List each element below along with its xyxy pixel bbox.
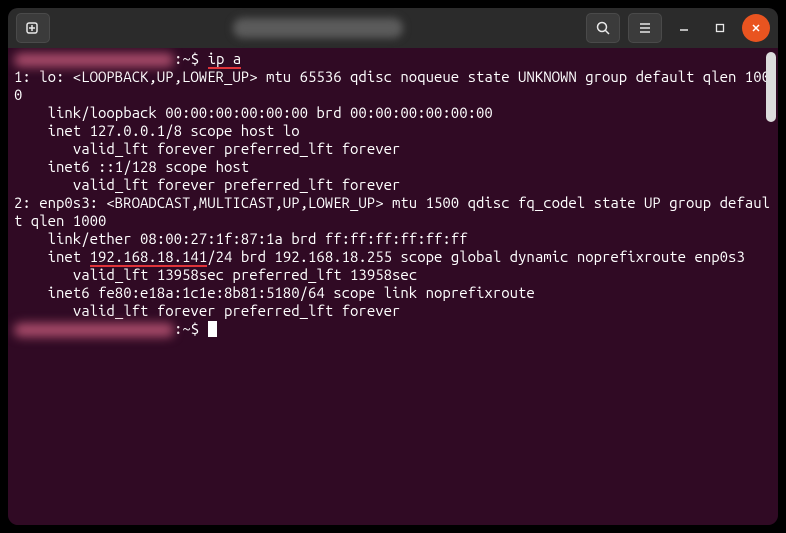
output-line: inet 127.0.0.1/8 scope host lo — [14, 122, 300, 139]
scrollbar[interactable] — [766, 52, 776, 521]
search-button[interactable] — [586, 13, 620, 43]
prompt-path: :~$ — [174, 50, 199, 67]
terminal-content: :~$ ip a 1: lo: <LOOPBACK,UP,LOWER_UP> m… — [8, 48, 778, 340]
output-line: valid_lft forever preferred_lft forever — [14, 176, 400, 193]
new-tab-button[interactable] — [16, 13, 50, 43]
output-line: valid_lft 13958sec preferred_lft 13958se… — [14, 266, 417, 283]
close-button[interactable] — [742, 14, 770, 42]
window-title-obscured — [50, 18, 586, 38]
terminal-area[interactable]: :~$ ip a 1: lo: <LOOPBACK,UP,LOWER_UP> m… — [8, 48, 778, 525]
output-line: /24 brd 192.168.18.255 scope global dyna… — [207, 248, 745, 265]
output-line: link/loopback 00:00:00:00:00:00 brd 00:0… — [14, 104, 493, 121]
new-tab-icon — [25, 20, 41, 36]
scrollbar-thumb[interactable] — [766, 52, 776, 122]
output-line: valid_lft forever preferred_lft forever — [14, 140, 400, 157]
titlebar — [8, 8, 778, 48]
terminal-window: :~$ ip a 1: lo: <LOOPBACK,UP,LOWER_UP> m… — [8, 8, 778, 525]
minimize-button[interactable] — [670, 14, 698, 42]
menu-button[interactable] — [628, 13, 662, 43]
close-icon — [750, 22, 762, 34]
title-blur — [233, 18, 403, 38]
cursor — [208, 321, 217, 337]
highlighted-ip: 192.168.18.141 — [90, 248, 208, 267]
output-line: 2: enp0s3: <BROADCAST,MULTICAST,UP,LOWER… — [14, 194, 770, 229]
output-line: link/ether 08:00:27:1f:87:1a brd ff:ff:f… — [14, 230, 468, 247]
output-line: inet6 ::1/128 scope host — [14, 158, 258, 175]
prompt-user-obscured — [14, 53, 174, 67]
maximize-icon — [714, 22, 726, 34]
output-line: 1: lo: <LOOPBACK,UP,LOWER_UP> mtu 65536 … — [14, 68, 770, 103]
minimize-icon — [678, 22, 690, 34]
hamburger-icon — [637, 20, 653, 36]
output-line: valid_lft forever preferred_lft forever — [14, 302, 400, 319]
output-line: inet — [14, 248, 90, 265]
maximize-button[interactable] — [706, 14, 734, 42]
prompt-user-obscured — [14, 323, 174, 337]
command-text: ip a — [208, 50, 242, 69]
output-line: inet6 fe80:e18a:1c1e:8b81:5180/64 scope … — [14, 284, 543, 301]
search-icon — [595, 20, 611, 36]
prompt-path: :~$ — [174, 320, 199, 337]
